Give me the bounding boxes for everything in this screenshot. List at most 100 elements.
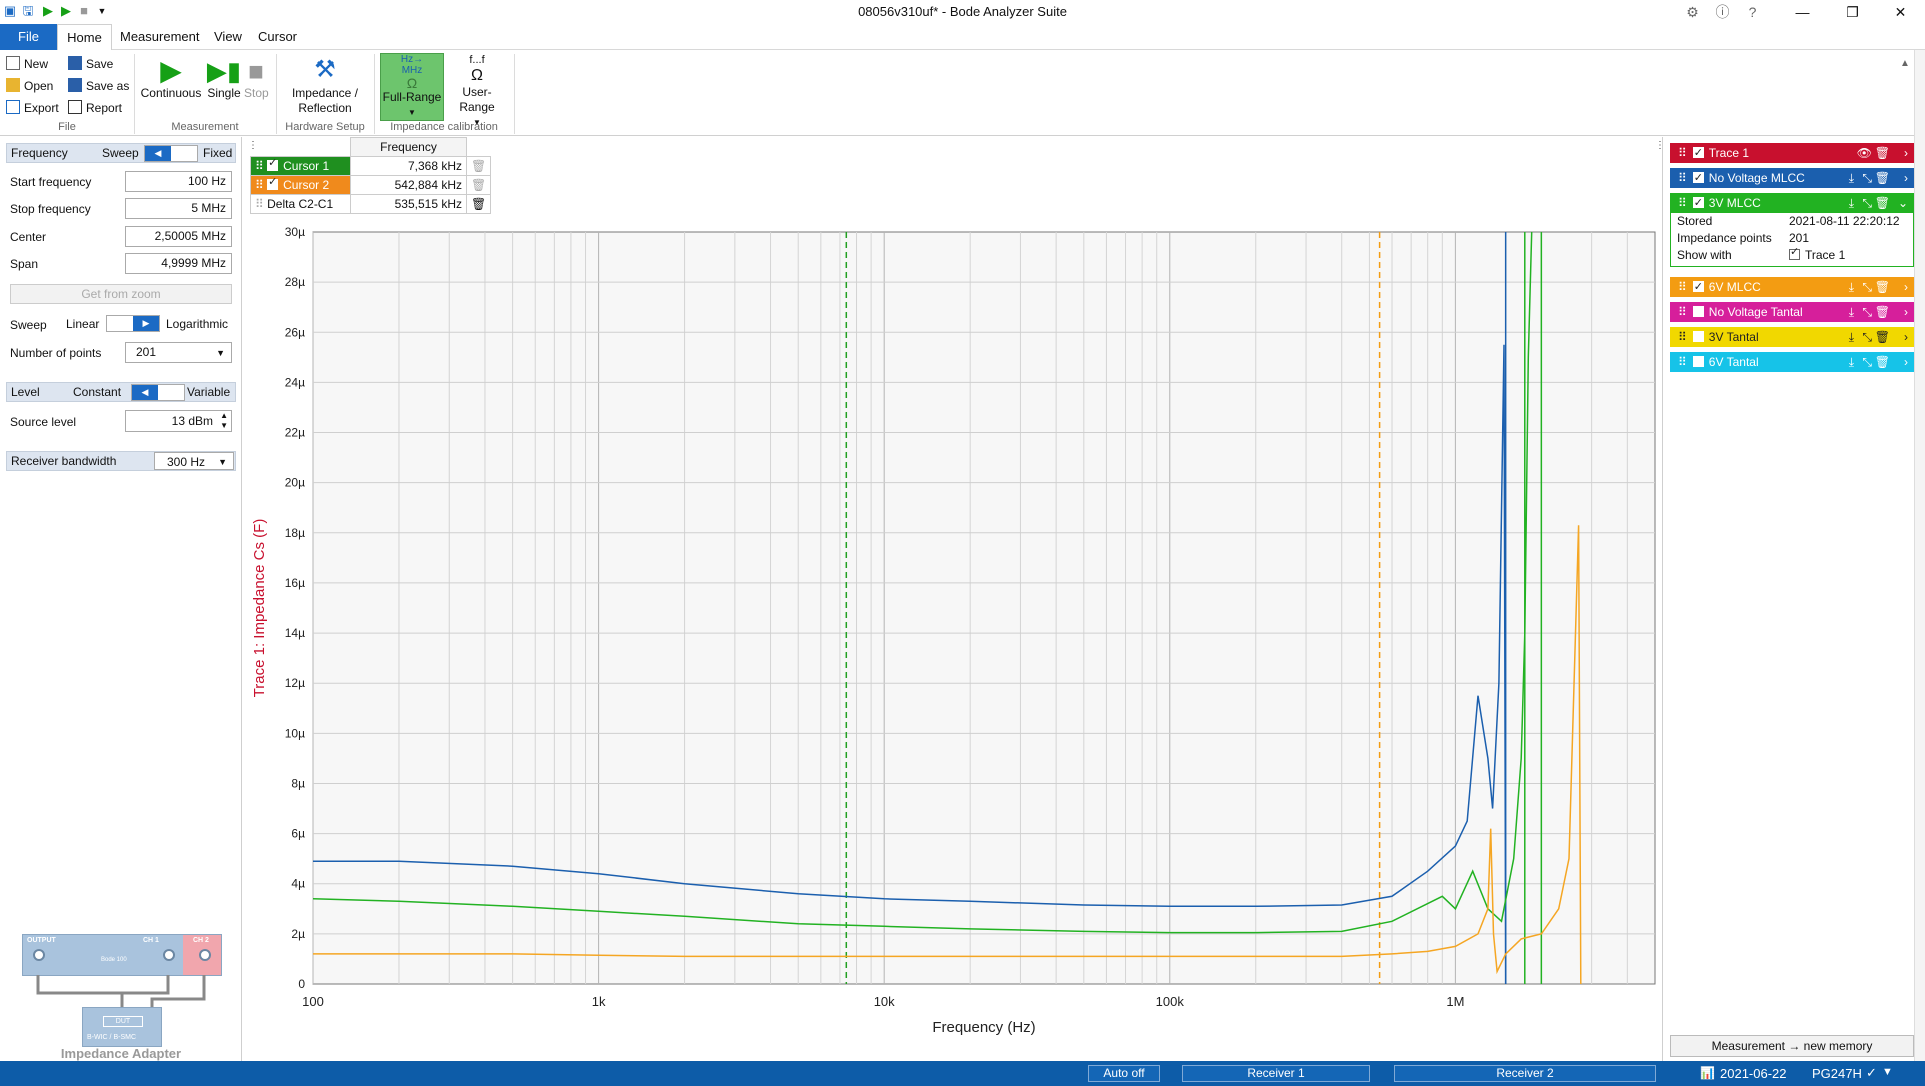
drag-handle-icon[interactable]: ⋮ (1655, 140, 1665, 151)
cursor-row[interactable]: ⠿ Cursor 2 542,884 kHz 🗑 (250, 175, 492, 195)
trace-checkbox[interactable] (1692, 143, 1704, 163)
chevron-right-icon[interactable]: › (1904, 168, 1908, 188)
trash-icon[interactable]: 🗑 (1875, 277, 1890, 297)
cursor-row[interactable]: ⠿ Delta C2-C1 535,515 kHz 🗑 (250, 194, 492, 214)
cursor-2-checkbox[interactable] (267, 175, 279, 190)
measurement-new-memory-button[interactable]: Measurement → new memory (1670, 1035, 1914, 1057)
trace-row[interactable]: ⠿No Voltage MLCC⤓⤡🗑› (1670, 168, 1914, 188)
get-from-zoom-button[interactable]: Get from zoom (10, 284, 232, 304)
menu-measurement[interactable]: Measurement (112, 24, 207, 50)
trace-row[interactable]: ⠿Trace 1👁🗑› (1670, 143, 1914, 163)
ribbon-collapse-icon[interactable]: ▲ (1900, 58, 1910, 69)
restore-icon[interactable]: ❐ (1830, 0, 1875, 24)
drag-handle-icon[interactable]: ⠿ (255, 159, 267, 173)
auto-off-status[interactable]: Auto off (1088, 1065, 1160, 1082)
impedance-reflection-button[interactable]: ⚒ Impedance / Reflection (282, 54, 368, 116)
download-icon[interactable]: ⤓ (1849, 168, 1854, 188)
hide-icon[interactable]: 👁 (1857, 143, 1872, 163)
expand-icon[interactable]: ⤡ (1862, 168, 1872, 188)
y-tick-label: 18µ (285, 526, 305, 540)
bode-chart[interactable]: 100 1k 10k 100k 1M 0 2µ 4µ 6µ 8µ 10µ 12µ 14µ 16µ 18µ 20… (246, 222, 1661, 1052)
trace-checkbox[interactable] (1692, 277, 1704, 297)
download-icon[interactable]: ⤓ (1849, 277, 1854, 297)
continuous-button[interactable]: ▶ Continuous (140, 56, 202, 101)
drag-handle-icon[interactable]: ⠿ (255, 197, 267, 211)
download-icon[interactable]: ⤓ (1849, 302, 1854, 322)
span-input[interactable]: 4,9999 MHz (125, 253, 232, 274)
cursor-1-checkbox[interactable] (267, 156, 279, 171)
center-input[interactable]: 2,50005 MHz (125, 226, 232, 247)
trash-icon[interactable]: 🗑 (465, 194, 492, 214)
plot-area[interactable] (312, 231, 1656, 985)
source-level-input[interactable]: 13 dBm ▲ ▼ (125, 410, 232, 432)
chevron-right-icon[interactable]: › (1904, 277, 1908, 297)
trash-icon[interactable]: 🗑 (1875, 168, 1890, 188)
export-button[interactable]: Export (6, 98, 59, 118)
download-icon[interactable]: ⤓ (1849, 352, 1854, 372)
trash-icon[interactable]: 🗑 (1875, 352, 1890, 372)
cursor-2-value[interactable]: 542,884 kHz (350, 175, 467, 195)
save-button[interactable]: Save (68, 54, 113, 74)
sweep-type-toggle[interactable]: ▶ (106, 315, 160, 332)
trace-row[interactable]: ⠿ 3V Tantal ⤓ ⤡ 🗑 › (1670, 327, 1914, 347)
trace-checkbox[interactable] (1692, 306, 1704, 317)
trace-checkbox[interactable] (1692, 168, 1704, 188)
start-frequency-input[interactable]: 100 Hz (125, 171, 232, 192)
menu-cursor[interactable]: Cursor (250, 24, 305, 50)
chevron-right-icon[interactable]: › (1904, 143, 1908, 163)
cursor-row[interactable]: ⠿ Cursor 1 7,368 kHz 🗑 (250, 156, 492, 176)
trace-row[interactable]: ⠿ 6V Tantal ⤓ ⤡ 🗑 › (1670, 352, 1914, 372)
drag-handle-icon[interactable]: ⠿ (1678, 305, 1687, 319)
open-button[interactable]: Open (6, 76, 53, 96)
expand-icon[interactable]: ⤡ (1862, 352, 1872, 372)
expand-icon[interactable]: ⤡ (1862, 302, 1872, 322)
frequency-header: Frequency Sweep ◀ Fixed (6, 143, 236, 163)
chevron-right-icon[interactable]: › (1904, 302, 1908, 322)
status-dropdown-icon[interactable]: ▼ (1882, 1066, 1893, 1078)
trace-row[interactable]: ⠿ No Voltage Tantal ⤓ ⤡ 🗑 › (1670, 302, 1914, 322)
help-icon[interactable]: ? (1730, 0, 1775, 24)
chevron-right-icon[interactable]: › (1904, 327, 1908, 347)
menu-view[interactable]: View (206, 24, 250, 50)
frequency-mode-toggle[interactable]: ◀ (144, 145, 198, 162)
save-as-button[interactable]: Save as (68, 76, 129, 96)
full-range-button[interactable]: Hz→ MHz Ω Full-Range ▼ (380, 53, 444, 121)
level-mode-toggle[interactable]: ◀ (131, 384, 185, 401)
drag-handle-icon[interactable]: ⠿ (1678, 355, 1687, 369)
stop-frequency-input[interactable]: 5 MHz (125, 198, 232, 219)
chevron-right-icon[interactable]: › (1904, 352, 1908, 372)
trace-row[interactable]: ⠿6V MLCC⤓⤡🗑› (1670, 277, 1914, 297)
new-button[interactable]: New (6, 54, 48, 74)
trash-icon[interactable]: 🗑 (1875, 327, 1890, 347)
trace-checkbox[interactable] (1692, 331, 1704, 342)
trace-checkbox[interactable] (1692, 356, 1704, 367)
drag-handle-icon[interactable]: ⠿ (1678, 330, 1687, 344)
expand-icon[interactable]: ⤡ (1862, 327, 1872, 347)
drag-handle-icon[interactable]: ⠿ (1678, 280, 1687, 294)
drag-handle-icon[interactable]: ⠿ (255, 178, 267, 192)
menu-file[interactable]: File (0, 24, 57, 50)
scrollbar[interactable] (1914, 50, 1925, 1061)
trash-icon[interactable]: 🗑 (1875, 302, 1890, 322)
trash-icon[interactable]: 🗑 (1875, 143, 1890, 163)
cursor-1-value[interactable]: 7,368 kHz (350, 156, 467, 176)
points-select[interactable]: 201 ▼ (125, 342, 232, 363)
stop-button[interactable]: ■ Stop (244, 56, 269, 101)
trash-icon[interactable]: 🗑 (465, 156, 492, 176)
drag-handle-icon[interactable]: ⠿ (1678, 146, 1687, 160)
trace-checkbox[interactable] (1692, 193, 1704, 213)
report-button[interactable]: Report (68, 98, 122, 118)
menu-home[interactable]: Home (57, 24, 112, 50)
spinner-icon[interactable]: ▲ ▼ (220, 411, 228, 431)
download-icon[interactable]: ⤓ (1849, 327, 1854, 347)
minimize-icon[interactable]: — (1780, 0, 1825, 24)
expand-icon[interactable]: ⤡ (1862, 277, 1872, 297)
trash-icon[interactable]: 🗑 (465, 175, 492, 195)
user-range-button[interactable]: f...f Ω User-Range ▼ (446, 53, 508, 130)
receiver-bandwidth-select[interactable]: 300 Hz ▼ (154, 452, 234, 470)
drag-handle-icon[interactable]: ⠿ (1678, 171, 1687, 185)
close-icon[interactable]: ✕ (1878, 0, 1923, 24)
show-with-checkbox[interactable]: Trace 1 (1789, 245, 1845, 262)
single-button[interactable]: ▶▮ Single (204, 56, 244, 101)
drag-handle-icon[interactable]: ⠿ (1678, 196, 1687, 210)
